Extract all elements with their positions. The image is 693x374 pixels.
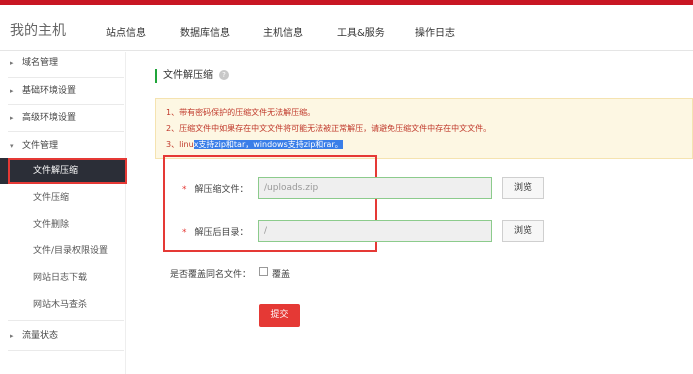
target-field-label: * 解压后目录： bbox=[182, 225, 249, 238]
divider bbox=[8, 131, 124, 132]
site-title: 我的主机 bbox=[10, 23, 66, 39]
sidebar-item-label: 文件/目录权限设置 bbox=[33, 246, 109, 256]
sidebar-item-traffic-status[interactable]: ▸ 流量状态 bbox=[0, 323, 126, 349]
divider bbox=[8, 350, 124, 351]
sidebar-item-label: 高级环境设置 bbox=[22, 113, 77, 123]
submit-button[interactable]: 提交 bbox=[259, 304, 300, 327]
tab-host-info[interactable]: 主机信息 bbox=[263, 24, 303, 39]
sidebar-item-log-download[interactable]: 网站日志下载 bbox=[0, 265, 126, 291]
browse-target-button[interactable]: 浏览 bbox=[502, 220, 544, 242]
notice-line: 3、linux支持zip和tar，windows支持zip和rar。 bbox=[166, 139, 343, 150]
notice-line: 1、带有密码保护的压缩文件无法解压缩。 bbox=[166, 108, 316, 117]
sidebar-item-label: 文件压缩 bbox=[33, 193, 70, 203]
sidebar-item-label: 文件管理 bbox=[22, 141, 59, 151]
sidebar-item-file-extract[interactable]: 文件解压缩 bbox=[0, 158, 126, 184]
sidebar-item-label: 流量状态 bbox=[22, 331, 59, 341]
page-title: 文件解压缩? bbox=[155, 69, 229, 83]
notice-box: 1、带有密码保护的压缩文件无法解压缩。 2、压缩文件中如果存在中文文件将可能无法… bbox=[155, 98, 693, 159]
sidebar-item-label: 网站木马查杀 bbox=[33, 300, 88, 310]
overwrite-option-label[interactable]: 覆盖 bbox=[272, 267, 290, 280]
overwrite-label: 是否覆盖同名文件： bbox=[170, 270, 252, 280]
tab-database-info[interactable]: 数据库信息 bbox=[180, 24, 230, 39]
sidebar-item-trojan-scan[interactable]: 网站木马查杀 bbox=[0, 292, 126, 318]
archive-path-input[interactable]: /uploads.zip bbox=[258, 177, 492, 199]
sidebar-item-file-compress[interactable]: 文件压缩 bbox=[0, 185, 126, 211]
archive-label-text: 解压缩文件： bbox=[194, 185, 249, 195]
sidebar-item-domain[interactable]: ▸ 域名管理 bbox=[0, 50, 126, 76]
sidebar-item-basic-env[interactable]: ▸ 基础环境设置 bbox=[0, 78, 126, 104]
overwrite-checkbox[interactable] bbox=[259, 267, 268, 276]
sidebar-item-label: 基础环境设置 bbox=[22, 86, 77, 96]
sidebar-item-label: 网站日志下载 bbox=[33, 273, 88, 283]
required-mark: * bbox=[182, 185, 187, 195]
notice-line-prefix: 3、linu bbox=[166, 140, 194, 149]
target-dir-input[interactable]: / bbox=[258, 220, 492, 242]
chevron-right-icon: ▸ bbox=[10, 59, 14, 67]
sidebar-item-label: 文件删除 bbox=[33, 220, 70, 230]
chevron-right-icon: ▸ bbox=[10, 332, 14, 340]
header: 我的主机 站点信息 数据库信息 主机信息 工具&服务 操作日志 bbox=[0, 5, 693, 51]
required-mark: * bbox=[182, 228, 187, 238]
chevron-right-icon: ▸ bbox=[10, 114, 14, 122]
sidebar-item-file-management[interactable]: ▾ 文件管理 bbox=[0, 133, 126, 159]
target-label-text: 解压后目录： bbox=[194, 228, 249, 238]
chevron-right-icon: ▸ bbox=[10, 87, 14, 95]
sidebar-item-file-delete[interactable]: 文件删除 bbox=[0, 212, 126, 238]
sidebar-item-label: 域名管理 bbox=[22, 58, 59, 68]
tab-operation-log[interactable]: 操作日志 bbox=[415, 24, 455, 39]
sidebar-item-file-permissions[interactable]: 文件/目录权限设置 bbox=[0, 238, 126, 264]
sidebar-item-advanced-env[interactable]: ▸ 高级环境设置 bbox=[0, 105, 126, 131]
help-icon[interactable]: ? bbox=[219, 70, 229, 80]
browse-archive-button[interactable]: 浏览 bbox=[502, 177, 544, 199]
sidebar-item-label: 文件解压缩 bbox=[33, 166, 79, 176]
page-title-text: 文件解压缩 bbox=[163, 70, 213, 81]
tab-tools-services[interactable]: 工具&服务 bbox=[337, 24, 385, 39]
selected-text: x支持zip和tar，windows支持zip和rar。 bbox=[193, 140, 343, 149]
tab-site-info[interactable]: 站点信息 bbox=[106, 24, 146, 39]
archive-field-label: * 解压缩文件： bbox=[182, 182, 249, 195]
divider bbox=[8, 320, 124, 321]
chevron-down-icon: ▾ bbox=[10, 142, 14, 150]
notice-line: 2、压缩文件中如果存在中文文件将可能无法被正常解压，请避免压缩文件中存在中文文件… bbox=[166, 124, 492, 133]
